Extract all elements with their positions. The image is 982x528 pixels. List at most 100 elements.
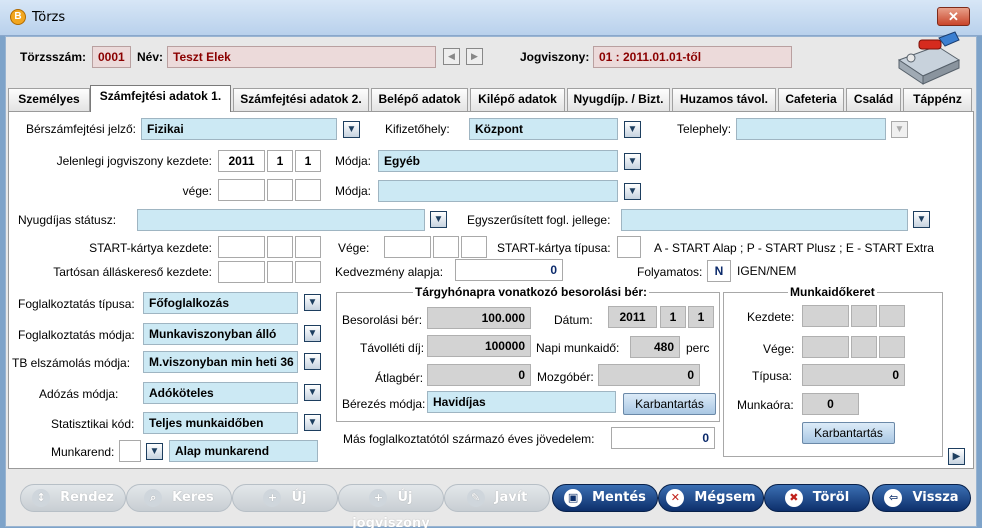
tb-dropdown-icon[interactable]: ▼ <box>304 353 321 370</box>
datum-month[interactable]: 1 <box>660 306 686 328</box>
tartos-day[interactable] <box>295 261 321 283</box>
nev-label: Név: <box>137 50 164 64</box>
munkaido-kezdete-day[interactable] <box>879 305 905 327</box>
mas-field[interactable]: 0 <box>611 427 715 449</box>
munkaido-karbantartas-button[interactable]: Karbantartás <box>802 422 895 444</box>
jogviszony-field[interactable]: 01 : 2011.01.01-től <box>593 46 792 68</box>
nyugdij-label: Nyugdíjas státusz: <box>18 213 117 227</box>
tab-tappenz[interactable]: Táppénz <box>903 88 972 111</box>
start-kezd-year[interactable] <box>218 236 265 258</box>
tab-szamfejtesi-2[interactable]: Számfejtési adatok 2. <box>233 88 369 111</box>
datum-year[interactable]: 2011 <box>608 306 657 328</box>
stat-dropdown-icon[interactable]: ▼ <box>304 414 321 431</box>
modja-dropdown-icon[interactable]: ▼ <box>624 153 641 170</box>
egysz-field[interactable] <box>621 209 908 231</box>
munkarend-field[interactable]: Alap munkarend <box>169 440 318 462</box>
nyugdij-field[interactable] <box>137 209 425 231</box>
app-icon: B <box>10 9 26 25</box>
torol-button[interactable]: ✖ Töröl <box>764 484 870 512</box>
javit-button[interactable]: ✎ Javít <box>444 484 550 512</box>
tab-belepo[interactable]: Belépő adatok <box>371 88 468 111</box>
keres-button[interactable]: ⌕ Keres <box>126 484 232 512</box>
berszam-field[interactable]: Fizikai <box>141 118 337 140</box>
jkezd-month[interactable]: 1 <box>267 150 293 172</box>
munkaora-field[interactable]: 0 <box>802 393 859 415</box>
tavolleti-field[interactable]: 100000 <box>427 335 531 357</box>
vissza-button[interactable]: ⇦ Vissza <box>872 484 971 512</box>
jkezd-day[interactable]: 1 <box>295 150 321 172</box>
telephely-field[interactable] <box>736 118 886 140</box>
start-vege-month[interactable] <box>433 236 459 258</box>
start-vege-year[interactable] <box>384 236 431 258</box>
torzsszam-field[interactable]: 0001 <box>92 46 131 68</box>
napi-label: Napi munkaidő: <box>536 341 620 355</box>
modja2-label: Módja: <box>335 184 372 198</box>
fogl-mod-field[interactable]: Munkaviszonyban álló <box>143 323 298 345</box>
tab-nyugdij[interactable]: Nyugdíjp. / Bizt. <box>567 88 670 111</box>
kifizeto-dropdown-icon[interactable]: ▼ <box>624 121 641 138</box>
berek-karbantartas-button[interactable]: Karbantartás <box>623 393 716 415</box>
vege-month[interactable] <box>267 179 293 201</box>
telephely-dropdown-icon[interactable]: ▼ <box>891 121 908 138</box>
egysz-dropdown-icon[interactable]: ▼ <box>913 211 930 228</box>
fogl-mod-dropdown-icon[interactable]: ▼ <box>304 325 321 342</box>
munkaido-kezdete-year[interactable] <box>802 305 849 327</box>
start-kezd-day[interactable] <box>295 236 321 258</box>
berezes-field[interactable]: Havidíjas <box>427 391 616 413</box>
tab-kilepo[interactable]: Kilépő adatok <box>470 88 565 111</box>
stat-field[interactable]: Teljes munkaidőben <box>143 412 298 434</box>
start-vege-day[interactable] <box>461 236 487 258</box>
start-tipus-field[interactable] <box>617 236 641 258</box>
kedv-label: Kedvezmény alapja: <box>335 265 444 279</box>
megsem-button[interactable]: ✕ Mégsem <box>658 484 764 512</box>
kedv-field[interactable]: 0 <box>455 259 563 281</box>
mas-label: Más foglalkoztatótól származó éves jöved… <box>343 432 595 446</box>
vege-day[interactable] <box>295 179 321 201</box>
tb-field[interactable]: M.viszonyban min heti 36 <box>143 351 298 373</box>
mentes-button[interactable]: ▣ Mentés <box>552 484 658 512</box>
fogl-tipus-dropdown-icon[interactable]: ▼ <box>304 294 321 311</box>
munkaido-kezdete-month[interactable] <box>851 305 877 327</box>
rendez-button[interactable]: ↕ Rendez <box>20 484 126 512</box>
tab-cafeteria[interactable]: Cafeteria <box>778 88 844 111</box>
berszam-dropdown-icon[interactable]: ▼ <box>343 121 360 138</box>
tab-huzamos[interactable]: Huzamos távol. <box>672 88 776 111</box>
munkarend-dropdown-icon[interactable]: ▼ <box>146 443 163 460</box>
modja2-dropdown-icon[interactable]: ▼ <box>624 183 641 200</box>
prev-record-icon[interactable]: ◀ <box>443 48 460 65</box>
nev-field[interactable]: Teszt Elek <box>167 46 436 68</box>
uj-jogviszony-button[interactable]: + Új jogviszony <box>338 484 444 528</box>
napi-field[interactable]: 480 <box>630 336 680 358</box>
torzsszam-label: Törzsszám: <box>20 50 87 64</box>
munkaido-vege-year[interactable] <box>802 336 849 358</box>
vege-year[interactable] <box>218 179 265 201</box>
nyugdij-dropdown-icon[interactable]: ▼ <box>430 211 447 228</box>
tartos-month[interactable] <box>267 261 293 283</box>
tab-csalad[interactable]: Család <box>846 88 901 111</box>
datum-day[interactable]: 1 <box>688 306 714 328</box>
close-button[interactable]: ✕ <box>937 7 970 26</box>
uj-button[interactable]: + Új <box>232 484 338 512</box>
tab-szemelyes[interactable]: Személyes <box>8 88 90 111</box>
modja-field[interactable]: Egyéb <box>378 150 618 172</box>
rendez-label: Rendez <box>60 490 114 505</box>
munkaido-vege-day[interactable] <box>879 336 905 358</box>
munkaido-vege-month[interactable] <box>851 336 877 358</box>
modja2-field[interactable] <box>378 180 618 202</box>
kifizeto-field[interactable]: Központ <box>469 118 618 140</box>
mozgober-field[interactable]: 0 <box>598 364 700 386</box>
munkarend-code-field[interactable] <box>119 440 141 462</box>
besorolasi-field[interactable]: 100.000 <box>427 307 531 329</box>
munkaido-tipusa-field[interactable]: 0 <box>802 364 905 386</box>
tab-szamfejtesi-1[interactable]: Számfejtési adatok 1. <box>90 85 231 112</box>
adozas-field[interactable]: Adóköteles <box>143 382 298 404</box>
scroll-next-icon[interactable]: ▶ <box>948 448 965 465</box>
next-record-icon[interactable]: ▶ <box>466 48 483 65</box>
atlagber-field[interactable]: 0 <box>427 364 531 386</box>
folyamatos-field[interactable]: N <box>707 260 731 282</box>
fogl-tipus-field[interactable]: Főfoglalkozás <box>143 292 298 314</box>
adozas-dropdown-icon[interactable]: ▼ <box>304 384 321 401</box>
start-kezd-month[interactable] <box>267 236 293 258</box>
jkezd-year[interactable]: 2011 <box>218 150 265 172</box>
tartos-year[interactable] <box>218 261 265 283</box>
